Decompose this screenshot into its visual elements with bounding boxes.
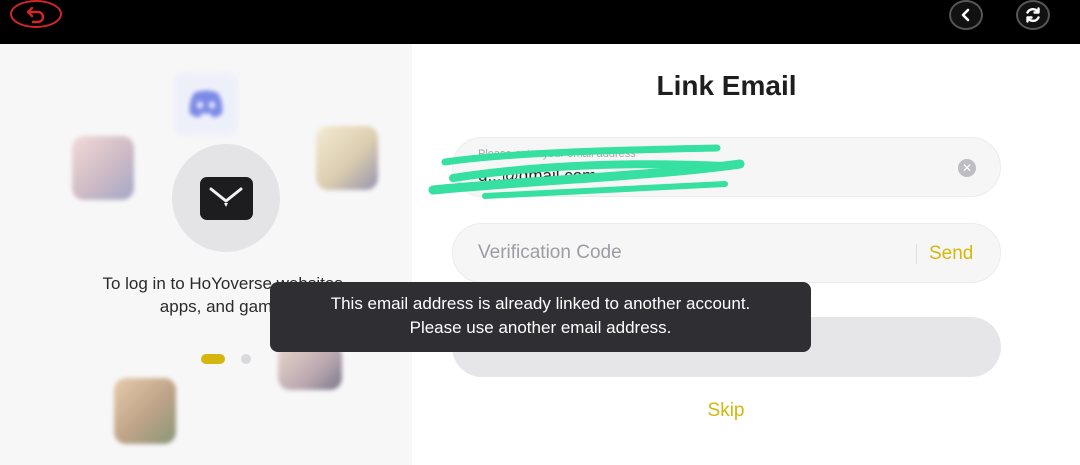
clear-email-button[interactable]: ✕ <box>958 159 976 177</box>
page-title: Link Email <box>656 70 797 101</box>
divider <box>916 244 917 264</box>
previous-button[interactable] <box>949 0 983 30</box>
carousel-dot[interactable] <box>241 354 251 364</box>
close-icon: ✕ <box>961 161 973 175</box>
character-avatar <box>72 136 134 200</box>
carousel-dot-active[interactable] <box>201 354 225 364</box>
character-avatar <box>316 126 378 190</box>
email-illustration <box>172 144 280 252</box>
left-panel: To log in to HoYoverse websites, apps, a… <box>0 44 412 465</box>
mail-icon <box>199 176 253 220</box>
back-button[interactable] <box>10 0 62 28</box>
refresh-button[interactable] <box>1016 0 1050 30</box>
email-field-label: Please enter your email address <box>478 148 636 160</box>
chevron-left-icon <box>961 8 970 22</box>
refresh-icon <box>1026 7 1040 23</box>
verification-code-field[interactable]: Send <box>452 223 1001 283</box>
error-toast: This email address is already linked to … <box>270 282 811 352</box>
character-avatar <box>114 378 176 444</box>
email-field[interactable]: Please enter your email address g...@gma… <box>452 137 1001 197</box>
top-bar <box>0 0 1080 44</box>
skip-button[interactable]: Skip <box>686 400 766 422</box>
discord-icon <box>173 72 239 136</box>
toast-line-1: This email address is already linked to … <box>330 294 751 313</box>
back-arrow-icon <box>26 6 45 24</box>
send-code-button[interactable]: Send <box>929 243 973 265</box>
verification-code-input[interactable] <box>478 242 898 264</box>
email-value[interactable]: g...@gmail.com <box>478 166 596 186</box>
toast-line-2: Please use another email address. <box>409 318 672 337</box>
